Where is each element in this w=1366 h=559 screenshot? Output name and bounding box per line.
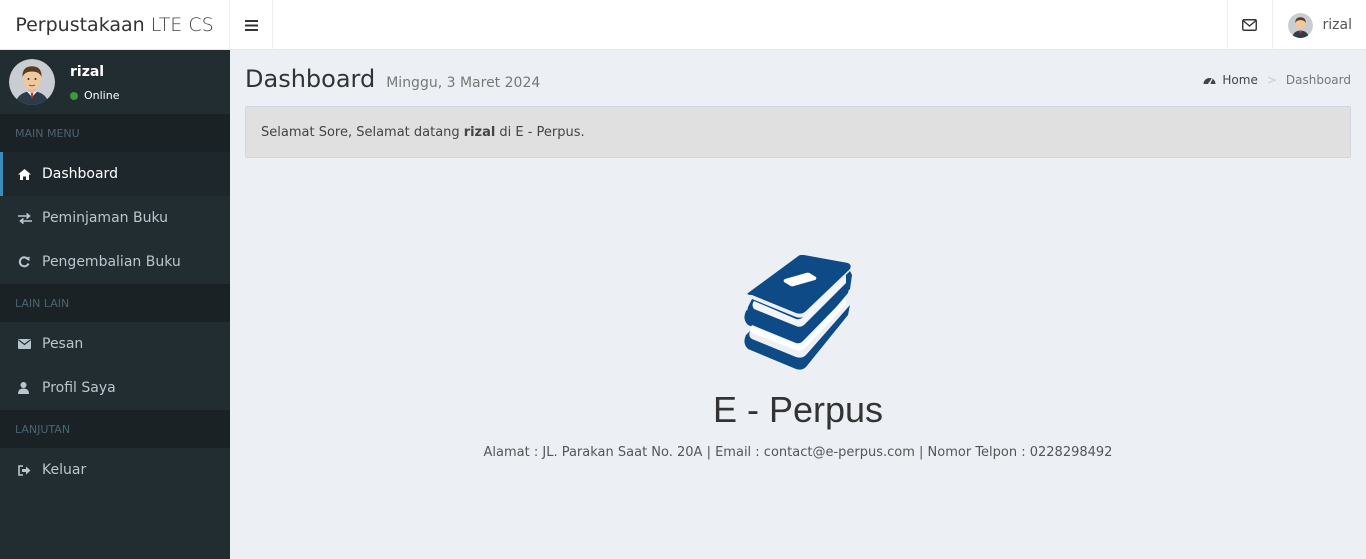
sidebar-item-pengembalian-buku[interactable]: Pengembalian Buku (0, 240, 230, 284)
logo-main: Perpustakaan (15, 13, 145, 36)
breadcrumb: Home > Dashboard (1203, 73, 1351, 87)
greeting-prefix: Selamat Sore, Selamat datang (261, 124, 460, 140)
online-status: Online (70, 89, 119, 102)
content-header: Dashboard Minggu, 3 Maret 2024 (245, 65, 540, 93)
sidebar-toggle-button[interactable] (230, 0, 273, 50)
greeting-callout: Selamat Sore, Selamat datang rizal di E … (245, 106, 1351, 158)
refresh-icon (18, 256, 42, 268)
avatar (9, 59, 55, 105)
breadcrumb-separator: > (1266, 73, 1277, 87)
user-panel: rizal Online (0, 50, 230, 114)
home-icon (18, 168, 42, 180)
book-icon (744, 255, 852, 370)
sidebar: rizal Online MAIN MENU Dashboard Peminja… (0, 50, 230, 559)
sidebar-item-peminjaman-buku[interactable]: Peminjaman Buku (0, 196, 230, 240)
page-title: Dashboard (245, 65, 376, 93)
hero-title: E - Perpus (712, 389, 884, 430)
page-subtitle: Minggu, 3 Maret 2024 (386, 75, 541, 91)
hamburger-icon (244, 19, 258, 31)
online-status-label: Online (84, 89, 120, 102)
avatar (1287, 12, 1313, 38)
menu-header-main: MAIN MENU (0, 114, 230, 152)
envelope-icon (18, 339, 42, 349)
sidebar-item-label: Pesan (42, 336, 84, 352)
breadcrumb-current: Dashboard (1285, 73, 1351, 87)
user-icon (18, 382, 42, 394)
user-menu[interactable]: rizal (1271, 0, 1366, 50)
top-navbar: rizal (230, 0, 1366, 50)
logo-lite: LTE CS (150, 13, 214, 36)
exchange-icon (18, 212, 42, 224)
sidebar-item-label: Profil Saya (42, 380, 116, 396)
menu-header-lanjutan: LANJUTAN (0, 410, 230, 448)
sidebar-item-label: Dashboard (42, 166, 118, 182)
sidebar-username: rizal (70, 64, 105, 80)
contact-info: Alamat : JL. Parakan Saat No. 20A | Emai… (483, 445, 1113, 460)
app-logo[interactable]: Perpustakaan LTE CS (0, 0, 230, 50)
sidebar-item-pesan[interactable]: Pesan (0, 322, 230, 366)
sign-out-icon (18, 464, 42, 476)
breadcrumb-home-link[interactable]: Home (1222, 73, 1257, 87)
hero-section: E - Perpus Alamat : JL. Parakan Saat No.… (245, 255, 1351, 460)
sidebar-item-dashboard[interactable]: Dashboard (0, 152, 230, 196)
greeting-suffix: di E - Perpus. (499, 124, 585, 140)
menu-header-lain-lain: LAIN LAIN (0, 284, 230, 322)
navbar-username: rizal (1322, 17, 1352, 33)
messages-button[interactable] (1226, 0, 1272, 50)
sidebar-item-label: Peminjaman Buku (42, 210, 168, 226)
dashboard-icon (1203, 78, 1216, 85)
sidebar-item-keluar[interactable]: Keluar (0, 448, 230, 492)
sidebar-item-label: Keluar (42, 462, 87, 478)
status-dot-icon (70, 91, 78, 100)
sidebar-item-profil-saya[interactable]: Profil Saya (0, 366, 230, 410)
sidebar-item-label: Pengembalian Buku (42, 254, 181, 270)
greeting-name: rizal (463, 124, 496, 140)
envelope-icon (1242, 19, 1257, 31)
